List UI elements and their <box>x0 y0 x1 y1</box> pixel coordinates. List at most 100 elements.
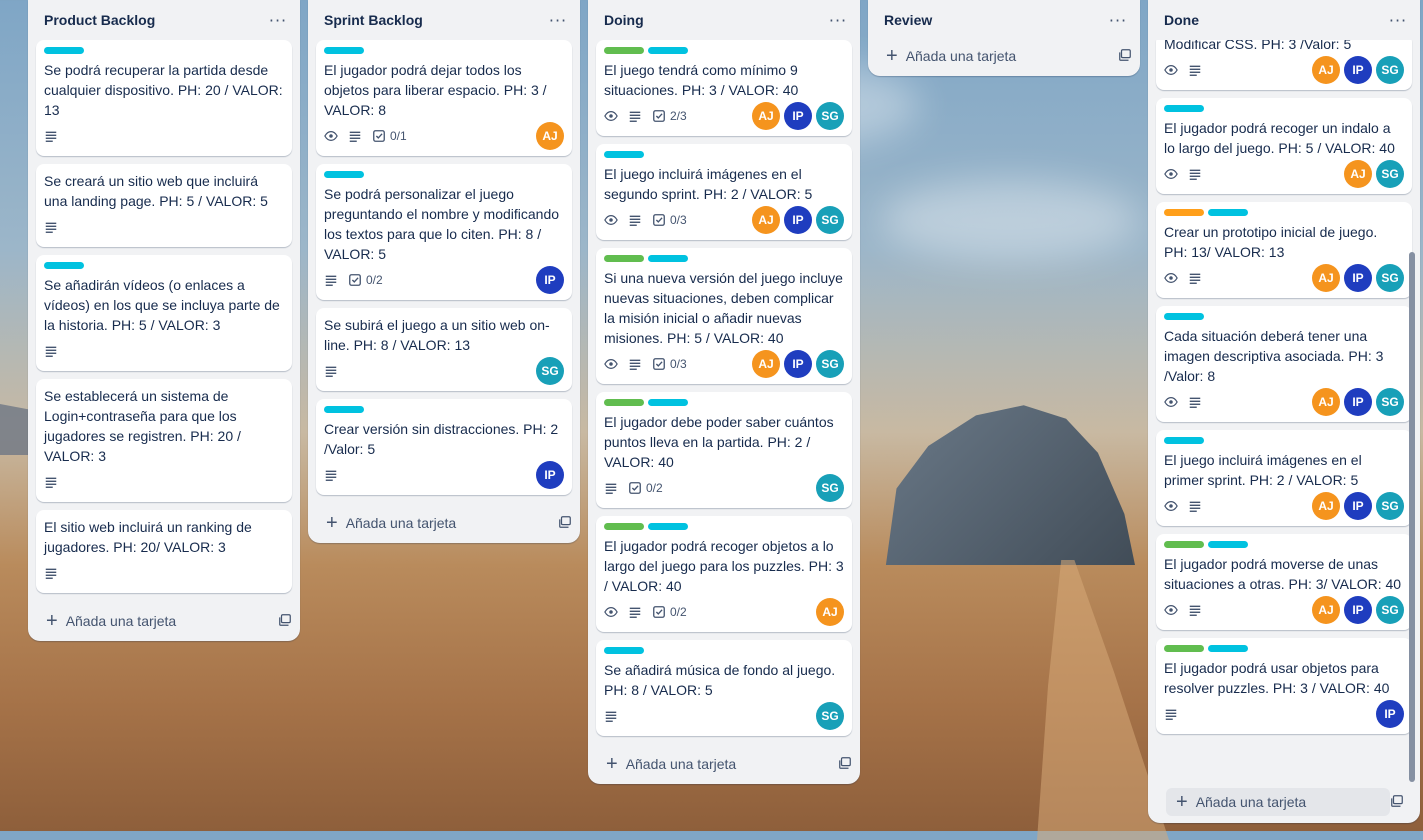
card[interactable]: Se añadirá música de fondo al juego. PH:… <box>596 640 852 736</box>
label-cyan[interactable] <box>648 47 688 54</box>
avatar[interactable]: SG <box>1376 160 1404 188</box>
label-green[interactable] <box>1164 541 1204 548</box>
avatar[interactable]: SG <box>816 702 844 730</box>
avatar[interactable]: SG <box>816 474 844 502</box>
avatar[interactable]: SG <box>1376 492 1404 520</box>
card[interactable]: Se podrá personalizar el juego preguntan… <box>316 164 572 300</box>
card[interactable]: Modificar CSS. PH: 3 /Valor: 5 AJ IP SG <box>1156 40 1412 90</box>
avatar[interactable]: AJ <box>752 206 780 234</box>
avatar[interactable]: AJ <box>752 350 780 378</box>
list-title[interactable]: Product Backlog <box>44 12 155 28</box>
avatar[interactable]: IP <box>784 350 812 378</box>
list-title[interactable]: Sprint Backlog <box>324 12 423 28</box>
list-menu-button[interactable]: ··· <box>264 11 292 30</box>
list-title[interactable]: Done <box>1164 12 1199 28</box>
avatar[interactable]: AJ <box>1344 160 1372 188</box>
label-cyan[interactable] <box>1208 645 1248 652</box>
label-cyan[interactable] <box>648 523 688 530</box>
list-title[interactable]: Review <box>884 12 932 28</box>
avatar[interactable]: SG <box>1376 264 1404 292</box>
card[interactable]: Se podrá recuperar la partida desde cual… <box>36 40 292 156</box>
add-card-button[interactable]: + Añada una tarjeta <box>886 46 1016 66</box>
card[interactable]: El jugador podrá dejar todos los objetos… <box>316 40 572 156</box>
card[interactable]: El jugador debe poder saber cuántos punt… <box>596 392 852 508</box>
label-green[interactable] <box>1164 645 1204 652</box>
create-from-template-icon[interactable] <box>838 756 852 773</box>
card[interactable]: El sitio web incluirá un ranking de juga… <box>36 510 292 593</box>
avatar[interactable]: AJ <box>1312 492 1340 520</box>
label-cyan[interactable] <box>324 171 364 178</box>
avatar[interactable]: IP <box>1344 596 1372 624</box>
card[interactable]: Se subirá el juego a un sitio web on-lin… <box>316 308 572 391</box>
avatar[interactable]: IP <box>1344 388 1372 416</box>
avatar[interactable]: IP <box>1344 264 1372 292</box>
add-card-button[interactable]: + Añada una tarjeta <box>326 513 456 533</box>
list-menu-button[interactable]: ··· <box>824 11 852 30</box>
label-cyan[interactable] <box>648 399 688 406</box>
avatar[interactable]: IP <box>784 102 812 130</box>
add-card-button[interactable]: + Añada una tarjeta <box>606 754 736 774</box>
card[interactable]: El jugador podrá moverse de unas situaci… <box>1156 534 1412 630</box>
label-green[interactable] <box>604 47 644 54</box>
avatar[interactable]: AJ <box>1312 596 1340 624</box>
add-card-button[interactable]: + Añada una tarjeta <box>46 611 176 631</box>
label-cyan[interactable] <box>44 47 84 54</box>
create-from-template-icon[interactable] <box>1390 794 1404 811</box>
card[interactable]: Crear versión sin distracciones. PH: 2 /… <box>316 399 572 495</box>
create-from-template-icon[interactable] <box>1118 48 1132 65</box>
avatar[interactable]: AJ <box>816 598 844 626</box>
label-cyan[interactable] <box>324 47 364 54</box>
card[interactable]: El juego incluirá imágenes en el primer … <box>1156 430 1412 526</box>
label-cyan[interactable] <box>1208 541 1248 548</box>
avatar[interactable]: IP <box>536 461 564 489</box>
avatar[interactable]: AJ <box>536 122 564 150</box>
list-menu-button[interactable]: ··· <box>544 11 572 30</box>
label-cyan[interactable] <box>604 151 644 158</box>
avatar[interactable]: IP <box>1376 700 1404 728</box>
card[interactable]: Crear un prototipo inicial de juego. PH:… <box>1156 202 1412 298</box>
avatar[interactable]: AJ <box>1312 388 1340 416</box>
add-card-button[interactable]: + Añada una tarjeta <box>1166 788 1390 816</box>
label-orange[interactable] <box>1164 209 1204 216</box>
avatar[interactable]: IP <box>1344 492 1372 520</box>
card[interactable]: El jugador podrá recoger un indalo a lo … <box>1156 98 1412 194</box>
label-cyan[interactable] <box>604 647 644 654</box>
avatar[interactable]: SG <box>816 350 844 378</box>
list-menu-button[interactable]: ··· <box>1104 11 1132 30</box>
card[interactable]: Se establecerá un sistema de Login+contr… <box>36 379 292 502</box>
avatar[interactable]: SG <box>816 206 844 234</box>
card[interactable]: El jugador podrá usar objetos para resol… <box>1156 638 1412 734</box>
card[interactable]: El jugador podrá recoger objetos a lo la… <box>596 516 852 632</box>
label-cyan[interactable] <box>324 406 364 413</box>
label-cyan[interactable] <box>1208 209 1248 216</box>
label-cyan[interactable] <box>1164 105 1204 112</box>
card[interactable]: El juego incluirá imágenes en el segundo… <box>596 144 852 240</box>
label-green[interactable] <box>604 399 644 406</box>
avatar[interactable]: SG <box>816 102 844 130</box>
avatar[interactable]: SG <box>1376 388 1404 416</box>
card[interactable]: Cada situación deberá tener una imagen d… <box>1156 306 1412 422</box>
list-title[interactable]: Doing <box>604 12 644 28</box>
label-green[interactable] <box>604 523 644 530</box>
avatar[interactable]: IP <box>784 206 812 234</box>
label-green[interactable] <box>604 255 644 262</box>
label-cyan[interactable] <box>44 262 84 269</box>
card[interactable]: Se creará un sitio web que incluirá una … <box>36 164 292 247</box>
label-cyan[interactable] <box>648 255 688 262</box>
card[interactable]: Se añadirán vídeos (o enlaces a vídeos) … <box>36 255 292 371</box>
card[interactable]: El juego tendrá como mínimo 9 situacione… <box>596 40 852 136</box>
avatar[interactable]: SG <box>536 357 564 385</box>
create-from-template-icon[interactable] <box>558 515 572 532</box>
label-cyan[interactable] <box>1164 437 1204 444</box>
avatar[interactable]: IP <box>536 266 564 294</box>
done-cards-scroll-area[interactable]: Modificar CSS. PH: 3 /Valor: 5 AJ IP SG … <box>1148 40 1420 782</box>
avatar[interactable]: IP <box>1344 56 1372 84</box>
list-scrollbar[interactable] <box>1409 252 1415 782</box>
avatar[interactable]: AJ <box>1312 56 1340 84</box>
list-menu-button[interactable]: ··· <box>1384 11 1412 30</box>
avatar[interactable]: SG <box>1376 596 1404 624</box>
avatar[interactable]: AJ <box>1312 264 1340 292</box>
card[interactable]: Si una nueva versión del juego incluye n… <box>596 248 852 384</box>
avatar[interactable]: SG <box>1376 56 1404 84</box>
create-from-template-icon[interactable] <box>278 613 292 630</box>
